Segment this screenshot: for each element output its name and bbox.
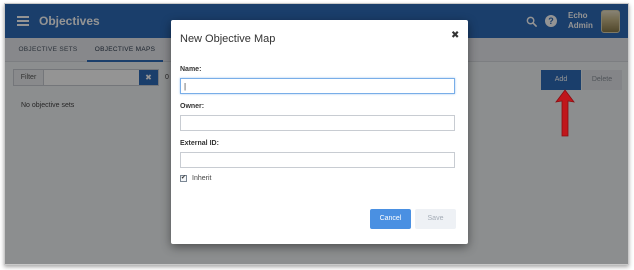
cancel-button[interactable]: Cancel [370,209,411,229]
inherit-label[interactable]: Inherit [192,175,211,182]
screenshot-frame: Objectives ? Echo Admin OBJECTIVE SETS O… [4,3,629,265]
external-id-label: External ID: [180,140,219,147]
external-id-input[interactable] [180,152,455,168]
save-button[interactable]: Save [415,209,456,229]
name-input[interactable] [180,78,455,94]
new-objective-map-dialog: New Objective Map ✖ Name: Owner: Externa… [171,20,468,244]
close-icon[interactable]: ✖ [451,30,459,41]
owner-input[interactable] [180,115,455,131]
inherit-checkbox[interactable]: ✔ [180,175,187,182]
arrow-annotation-icon [555,89,575,137]
owner-label: Owner: [180,103,205,110]
dialog-title: New Objective Map [180,33,276,45]
name-label: Name: [180,66,202,73]
